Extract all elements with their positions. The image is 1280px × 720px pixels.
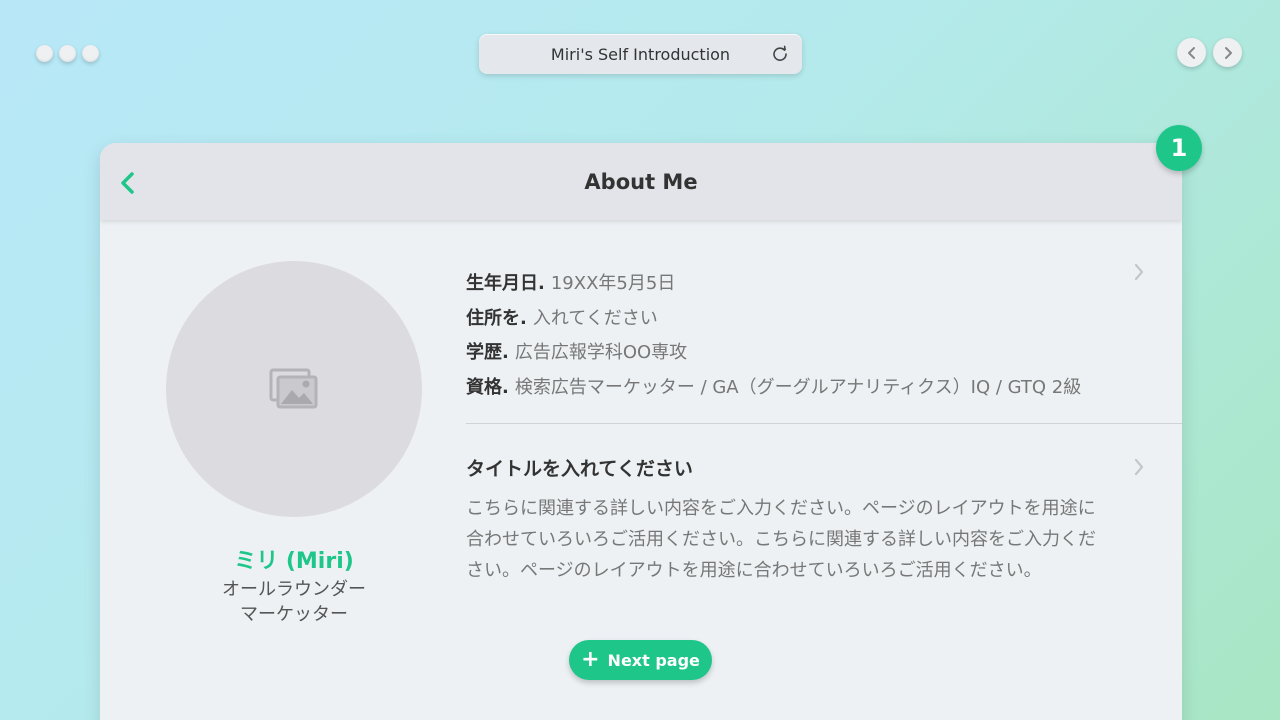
next-page-label: Next page xyxy=(607,650,700,670)
chevron-right-icon[interactable] xyxy=(1133,457,1145,477)
info-row-qualification: 資格. 検索広告マーケッター / GA（グーグルアナリティクス）IQ / GTQ … xyxy=(466,371,1166,406)
next-page-button[interactable]: + Next page xyxy=(569,640,712,680)
info-label: 資格. xyxy=(466,376,509,398)
image-placeholder-icon xyxy=(269,368,318,409)
info-value: 入れてください xyxy=(532,307,658,329)
window-title: Miri's Self Introduction xyxy=(550,44,731,64)
section-body: こちらに関連する詳しい内容をご入力ください。ページのレイアウトを用途に合わせてい… xyxy=(466,498,1096,581)
chevron-right-icon xyxy=(1224,46,1232,59)
card-header: About Me xyxy=(100,143,1182,220)
info-value: 検索広告マーケッター / GA（グーグルアナリティクス）IQ / GTQ 2級 xyxy=(514,376,1082,398)
window-dot-minimize[interactable] xyxy=(59,45,76,62)
page-title: About Me xyxy=(584,169,698,194)
nav-back-button[interactable] xyxy=(1177,38,1206,67)
info-value: 広告広報学科OO専攻 xyxy=(514,342,688,363)
page-number-badge: 1 xyxy=(1156,125,1202,171)
info-label: 学歴. xyxy=(466,342,509,363)
profile-role-line2: マーケッター xyxy=(240,604,348,625)
chevron-right-icon[interactable] xyxy=(1133,262,1145,282)
profile-role: オールラウンダー マーケッター xyxy=(166,577,422,627)
address-bar[interactable]: Miri's Self Introduction xyxy=(479,34,802,74)
info-label: 住所を. xyxy=(466,307,527,329)
profile-name: ミリ (Miri) xyxy=(234,549,354,574)
window-dot-maximize[interactable] xyxy=(82,45,99,62)
about-card: About Me ミリ (Miri) オールラウンダー マーケッター 生年月日.… xyxy=(100,143,1182,720)
info-row-education: 学歴. 広告広報学科OO専攻 xyxy=(466,336,1166,371)
info-list[interactable]: 生年月日. 19XX年5月5日 住所を. 入れてください 学歴. 広告広報学科OO専攻… xyxy=(466,267,1166,405)
info-row-birthday: 生年月日. 19XX年5月5日 xyxy=(466,267,1166,302)
info-value: 19XX年5月5日 xyxy=(550,273,676,294)
chevron-left-icon xyxy=(1187,46,1195,59)
window-controls xyxy=(36,45,99,62)
plus-icon: + xyxy=(581,647,600,672)
section-title: タイトルを入れてください xyxy=(466,458,693,480)
info-row-address: 住所を. 入れてください xyxy=(466,302,1166,337)
info-label: 生年月日. xyxy=(466,273,545,294)
nav-buttons xyxy=(1177,38,1242,67)
divider xyxy=(466,423,1182,424)
back-chevron-icon[interactable] xyxy=(118,170,138,196)
avatar xyxy=(166,261,422,517)
window-dot-close[interactable] xyxy=(36,45,53,62)
nav-forward-button[interactable] xyxy=(1213,38,1242,67)
refresh-icon[interactable] xyxy=(770,44,790,64)
profile-role-line1: オールラウンダー xyxy=(222,579,366,600)
